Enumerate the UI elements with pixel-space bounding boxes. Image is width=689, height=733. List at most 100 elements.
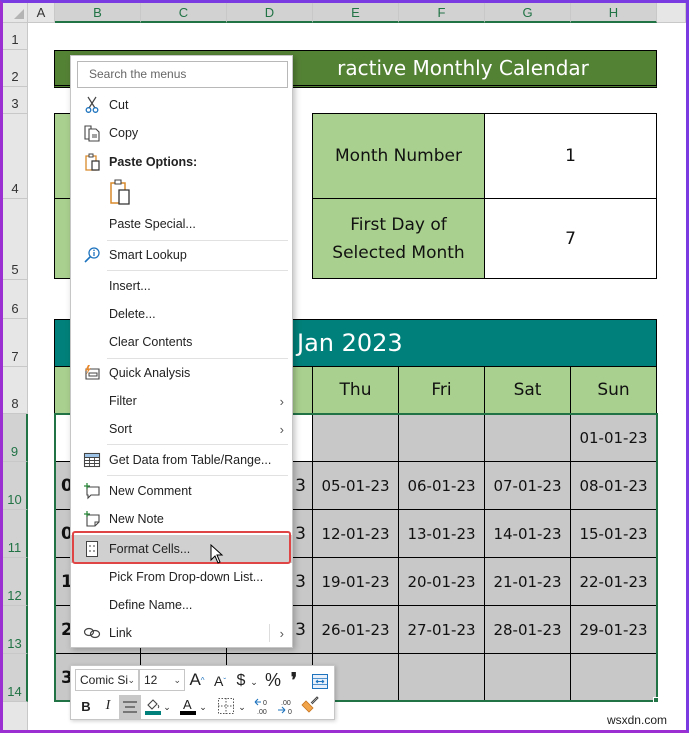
menu-item-define-name[interactable]: Define Name... bbox=[71, 592, 292, 618]
svg-text:.00: .00 bbox=[257, 709, 267, 715]
menu-item-paste-special[interactable]: Paste Special... bbox=[71, 211, 292, 237]
date-cell[interactable]: 08-01-23 bbox=[570, 461, 657, 510]
font-name-dropdown[interactable]: Comic Si ⌄ bbox=[75, 669, 139, 691]
row-header-13[interactable]: 13 bbox=[3, 606, 28, 654]
weekday-fri[interactable]: Fri bbox=[398, 366, 485, 414]
menu-item-clear-contents[interactable]: Clear Contents bbox=[71, 329, 292, 355]
date-cell[interactable]: 19-01-23 bbox=[312, 557, 399, 606]
fill-color-button[interactable] bbox=[144, 696, 162, 716]
date-cell[interactable]: 20-01-23 bbox=[398, 557, 485, 606]
row-header-4[interactable]: 4 bbox=[3, 114, 28, 199]
font-color-dropdown[interactable]: ⌄ bbox=[198, 697, 208, 717]
watermark: wsxdn.com bbox=[606, 713, 667, 727]
menu-item-insert[interactable]: Insert... bbox=[71, 273, 292, 299]
date-cell[interactable] bbox=[398, 413, 485, 462]
date-cell[interactable]: 01-01-23 bbox=[570, 413, 657, 462]
percent-button[interactable]: % bbox=[263, 670, 283, 690]
shrink-font-button[interactable]: Aˇ bbox=[211, 671, 229, 691]
merge-center-button[interactable] bbox=[311, 671, 329, 691]
menu-item-smart-lookup[interactable]: Smart Lookup bbox=[71, 242, 292, 268]
select-all-corner[interactable] bbox=[3, 3, 28, 23]
borders-button[interactable] bbox=[217, 696, 235, 716]
menu-item-sort[interactable]: Sort › bbox=[71, 416, 292, 442]
date-cell[interactable] bbox=[312, 413, 399, 462]
menu-item-quick-analysis[interactable]: Quick Analysis bbox=[71, 360, 292, 386]
menu-search-input[interactable]: Search the menus bbox=[77, 61, 288, 88]
date-cell[interactable]: 21-01-23 bbox=[484, 557, 571, 606]
grow-font-button[interactable]: A ^ bbox=[187, 670, 207, 690]
menu-item-link[interactable]: Link › bbox=[71, 620, 292, 646]
weekday-sun[interactable]: Sun bbox=[570, 366, 657, 414]
column-header-e[interactable]: E bbox=[313, 3, 399, 23]
menu-item-new-note[interactable]: New Note bbox=[71, 506, 292, 532]
date-cell[interactable]: 15-01-23 bbox=[570, 509, 657, 558]
column-header-g[interactable]: G bbox=[485, 3, 571, 23]
row-header-7[interactable]: 7 bbox=[3, 319, 28, 367]
menu-item-format-cells[interactable]: Format Cells... bbox=[71, 535, 292, 563]
row-header-6[interactable]: 6 bbox=[3, 280, 28, 319]
date-cell[interactable]: 27-01-23 bbox=[398, 605, 485, 654]
menu-item-pick-list[interactable]: Pick From Drop-down List... bbox=[71, 564, 292, 590]
row-header-14[interactable]: 14 bbox=[3, 654, 28, 702]
column-header-f[interactable]: F bbox=[399, 3, 485, 23]
currency-button[interactable]: $ bbox=[234, 671, 248, 691]
font-color-button[interactable]: A bbox=[179, 696, 197, 716]
row-header-8[interactable]: 8 bbox=[3, 367, 28, 414]
borders-dropdown[interactable]: ⌄ bbox=[237, 697, 247, 717]
date-cell[interactable]: 28-01-23 bbox=[484, 605, 571, 654]
weekday-sat[interactable]: Sat bbox=[484, 366, 571, 414]
weekday-thu[interactable]: Thu bbox=[312, 366, 399, 414]
date-cell-text: 28-01-23 bbox=[493, 620, 562, 639]
paste-button[interactable] bbox=[109, 179, 133, 207]
column-header-b[interactable]: B bbox=[55, 3, 141, 23]
chevron-right-icon[interactable]: › bbox=[280, 626, 284, 641]
increase-decimal-button[interactable]: 0.00 bbox=[254, 696, 274, 716]
first-day-label[interactable]: First Day of Selected Month bbox=[312, 198, 485, 279]
bold-button[interactable]: B bbox=[79, 696, 93, 716]
date-cell[interactable] bbox=[484, 653, 571, 702]
menu-item-new-comment[interactable]: New Comment bbox=[71, 478, 292, 504]
row-header-9[interactable]: 9 bbox=[3, 414, 28, 462]
month-number-label[interactable]: Month Number bbox=[312, 113, 485, 199]
menu-item-filter[interactable]: Filter › bbox=[71, 388, 292, 414]
font-size-dropdown[interactable]: 12 ⌄ bbox=[139, 669, 185, 691]
first-day-value[interactable]: 7 bbox=[484, 198, 657, 279]
row-header-10[interactable]: 10 bbox=[3, 462, 28, 510]
date-cell[interactable] bbox=[570, 653, 657, 702]
menu-separator bbox=[107, 240, 288, 241]
date-cell[interactable]: 22-01-23 bbox=[570, 557, 657, 606]
date-cell[interactable]: 13-01-23 bbox=[398, 509, 485, 558]
comma-style-button[interactable]: ❜ bbox=[287, 670, 301, 692]
center-align-button[interactable] bbox=[119, 695, 141, 719]
date-cell[interactable] bbox=[398, 653, 485, 702]
italic-button[interactable]: I bbox=[101, 696, 115, 716]
fill-handle[interactable] bbox=[653, 697, 659, 703]
currency-dropdown[interactable]: ⌄ bbox=[249, 672, 259, 692]
date-cell[interactable]: 14-01-23 bbox=[484, 509, 571, 558]
menu-item-copy[interactable]: Copy bbox=[71, 120, 292, 146]
column-header-a[interactable]: A bbox=[28, 3, 55, 23]
date-cell[interactable]: 26-01-23 bbox=[312, 605, 399, 654]
column-header-d[interactable]: D bbox=[227, 3, 313, 23]
column-header-c[interactable]: C bbox=[141, 3, 227, 23]
menu-item-cut[interactable]: Cut bbox=[71, 92, 292, 118]
row-header-11[interactable]: 11 bbox=[3, 510, 28, 558]
column-header-h[interactable]: H bbox=[571, 3, 657, 23]
month-number-value[interactable]: 1 bbox=[484, 113, 657, 199]
menu-item-get-data[interactable]: Get Data from Table/Range... bbox=[71, 447, 292, 473]
date-cell[interactable]: 29-01-23 bbox=[570, 605, 657, 654]
row-header-5[interactable]: 5 bbox=[3, 199, 28, 280]
date-cell[interactable]: 12-01-23 bbox=[312, 509, 399, 558]
row-header-12[interactable]: 12 bbox=[3, 558, 28, 606]
format-painter-button[interactable] bbox=[300, 695, 320, 715]
fill-color-dropdown[interactable]: ⌄ bbox=[162, 697, 172, 717]
date-cell[interactable] bbox=[484, 413, 571, 462]
row-header-1[interactable]: 1 bbox=[3, 23, 28, 50]
menu-item-delete[interactable]: Delete... bbox=[71, 301, 292, 327]
row-header-2[interactable]: 2 bbox=[3, 50, 28, 87]
decrease-decimal-button[interactable]: .00 0 bbox=[277, 696, 297, 716]
row-header-3[interactable]: 3 bbox=[3, 87, 28, 114]
date-cell[interactable]: 05-01-23 bbox=[312, 461, 399, 510]
date-cell[interactable]: 06-01-23 bbox=[398, 461, 485, 510]
date-cell[interactable]: 07-01-23 bbox=[484, 461, 571, 510]
